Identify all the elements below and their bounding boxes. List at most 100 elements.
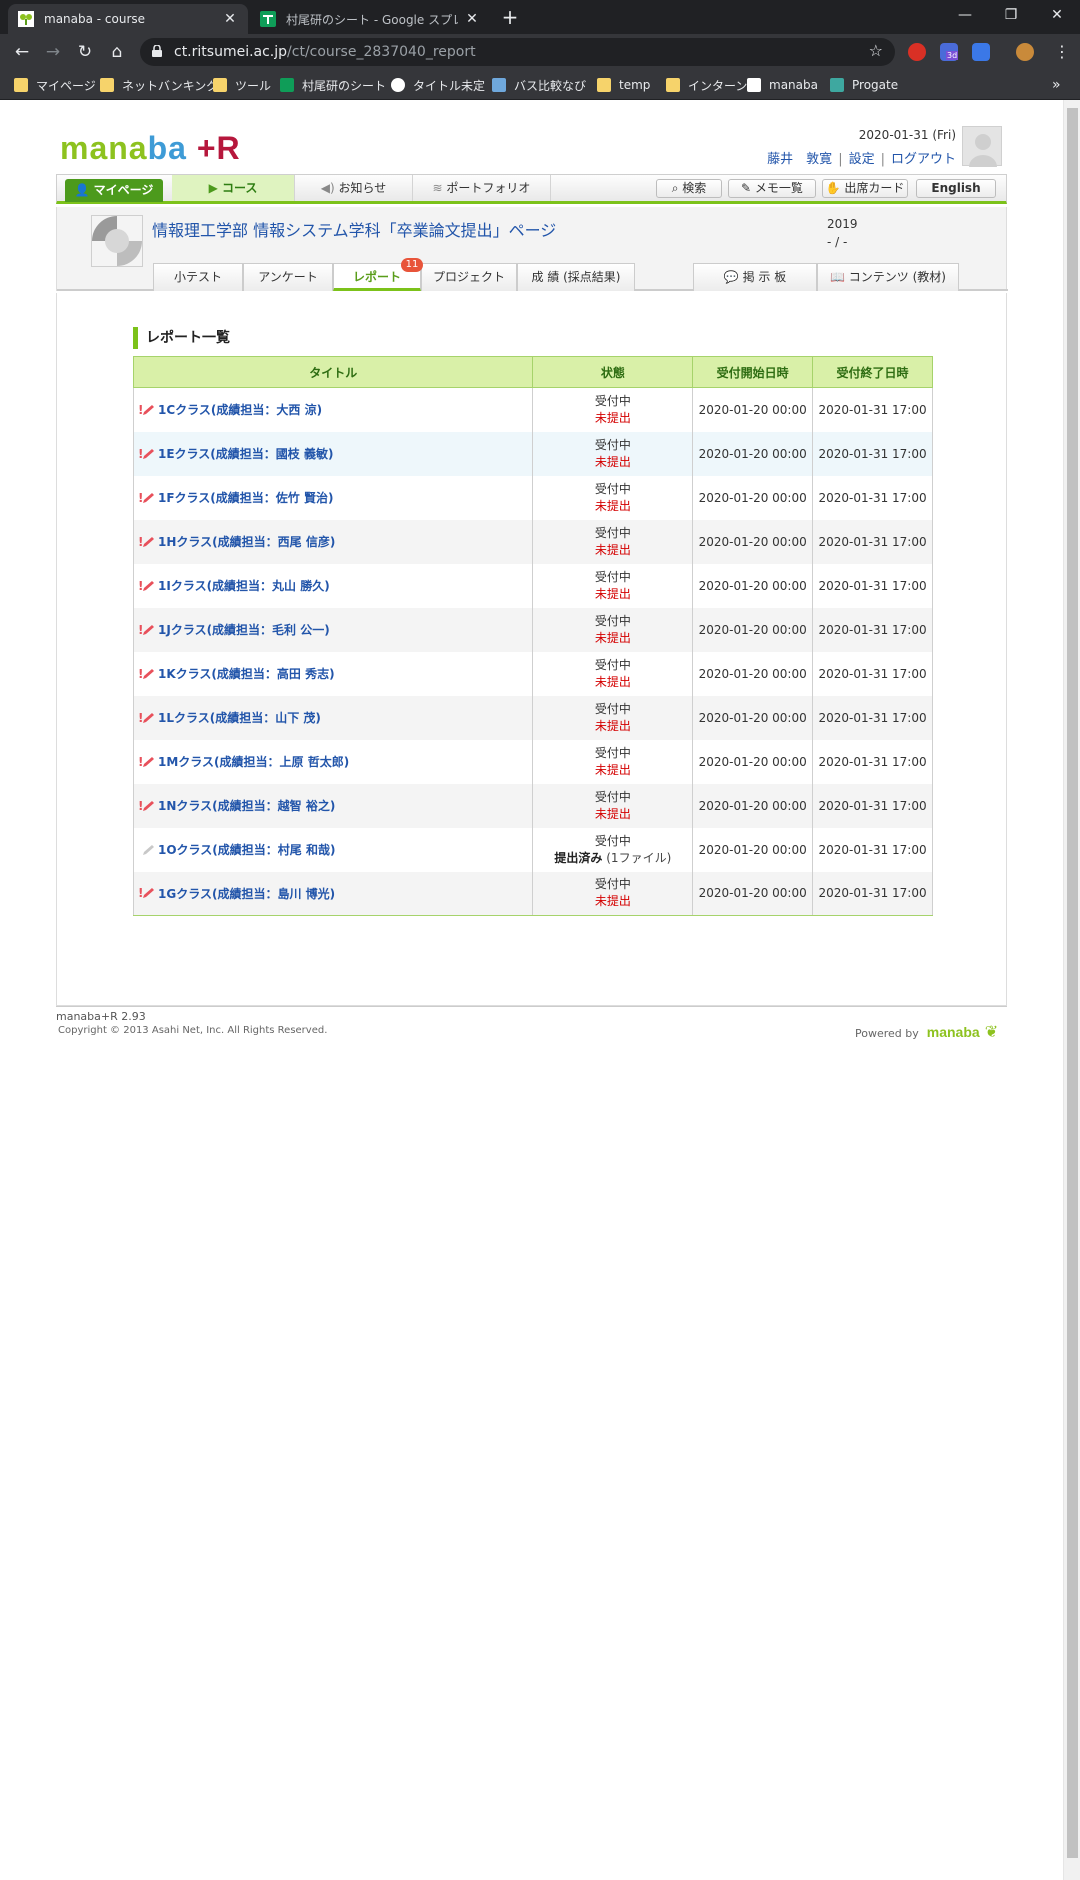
bookmark-mypage[interactable]: マイページ — [14, 76, 96, 94]
title-cell: ! 1Hクラス(成績担当：西尾 信彦) — [132, 519, 534, 564]
browser-menu-icon[interactable]: ⋮ — [1050, 40, 1074, 64]
title-cell: ! 1Fクラス(成績担当：佐竹 賢治) — [132, 475, 534, 520]
bookmark-star-icon[interactable]: ☆ — [869, 41, 883, 60]
nav-mypage[interactable]: 👤 マイページ — [65, 179, 163, 202]
forward-icon[interactable]: → — [41, 40, 65, 64]
sheets-icon — [280, 78, 294, 92]
avatar[interactable] — [962, 126, 1002, 167]
manaba-logo[interactable]: manaba +R — [60, 130, 241, 167]
title-cell: ! 1Kクラス(成績担当：高田 秀志) — [132, 651, 534, 696]
start-datetime-cell: 2020-01-20 00:00 — [692, 827, 814, 872]
attendance-card-button[interactable]: ✋ 出席カード — [822, 179, 908, 198]
memo-list-button[interactable]: ✎ メモ一覧 — [728, 179, 816, 198]
tab-contents[interactable]: 📖 コンテンツ (教材) — [817, 263, 959, 291]
report-title-link[interactable]: 1Hクラス(成績担当：西尾 信彦) — [158, 535, 335, 549]
vertical-scrollbar[interactable] — [1063, 100, 1080, 1880]
end-datetime-cell: 2020-01-31 17:00 — [812, 387, 933, 432]
bookmark-manaba[interactable]: manaba — [747, 76, 818, 94]
end-datetime-cell: 2020-01-31 17:00 — [812, 651, 933, 696]
title-cell: ! 1Cクラス(成績担当：大西 涼) — [132, 387, 534, 432]
minimize-icon[interactable]: — — [942, 0, 988, 30]
report-title-link[interactable]: 1Jクラス(成績担当：毛利 公一) — [158, 623, 330, 637]
submission-status: 提出済み (1ファイル) — [554, 850, 672, 865]
browser-tab-sheets[interactable]: 村尾研のシート - Google スプレッドシ ✕ — [250, 4, 490, 34]
course-icon: ▶ — [208, 181, 222, 195]
tab-grades[interactable]: 成 績 (採点結果) — [517, 263, 635, 291]
browser-tab-manaba[interactable]: manaba - course ✕ — [8, 4, 248, 34]
submission-status: 未提出 — [594, 498, 631, 513]
tab-survey[interactable]: アンケート — [243, 263, 333, 291]
report-title-link[interactable]: 1Fクラス(成績担当：佐竹 賢治) — [158, 491, 333, 505]
start-datetime-cell: 2020-01-20 00:00 — [692, 783, 814, 828]
report-title-link[interactable]: 1Mクラス(成績担当：上原 哲太郎) — [158, 755, 349, 769]
table-row: ! 1Lクラス(成績担当：山下 茂) 受付中 未提出 2020-01-20 00:00 2… — [132, 695, 933, 740]
report-title-link[interactable]: 1Eクラス(成績担当：國枝 義敏) — [158, 447, 333, 461]
course-thumbnail — [91, 215, 143, 267]
start-datetime-cell: 2020-01-20 00:00 — [692, 563, 814, 608]
start-datetime-cell: 2020-01-20 00:00 — [692, 739, 814, 784]
course-tabs: 小テスト アンケート レポート プロジェクト 成 績 (採点結果) 💬 掲 示 … — [57, 263, 1008, 291]
window-close-icon[interactable]: ✕ — [1034, 0, 1080, 30]
new-tab-button[interactable]: + — [498, 6, 522, 30]
manaba-icon — [747, 78, 761, 92]
reload-icon[interactable]: ↻ — [73, 40, 97, 64]
bookmark-netbanking[interactable]: ネットバンキング — [100, 76, 218, 94]
speaker-icon: ◀) — [320, 181, 339, 195]
logout-link[interactable]: ログアウト — [891, 152, 956, 167]
report-title-link[interactable]: 1Kクラス(成績担当：高田 秀志) — [158, 667, 335, 681]
extension-calendar-icon[interactable]: 3d — [940, 43, 959, 61]
scrollbar-thumb[interactable] — [1067, 108, 1078, 1858]
bookmark-progate[interactable]: Progate — [830, 76, 898, 94]
hand-icon: ✋ — [825, 181, 845, 195]
end-datetime-cell: 2020-01-31 17:00 — [812, 827, 933, 872]
extension-red-icon[interactable] — [908, 43, 926, 61]
bookmark-untitled[interactable]: タイトル未定 — [391, 76, 485, 94]
close-tab-icon[interactable]: ✕ — [464, 11, 480, 27]
report-title-link[interactable]: 1Oクラス(成績担当：村尾 和哉) — [158, 843, 335, 857]
powered-by[interactable]: Powered by manaba ❦ — [855, 1022, 998, 1041]
status-text: 受付中 — [594, 877, 631, 892]
settings-link[interactable]: 設定 — [849, 152, 875, 167]
search-button[interactable]: ⌕ 検索 — [656, 179, 722, 198]
table-row: ! 1Hクラス(成績担当：西尾 信彦) 受付中 未提出 2020-01-20 00:00… — [132, 519, 933, 564]
tab-quiz[interactable]: 小テスト — [153, 263, 243, 291]
bookmarks-overflow-icon[interactable]: » — [1052, 76, 1061, 94]
extension-translate-icon[interactable] — [972, 43, 990, 61]
address-bar[interactable]: ct.ritsumei.ac.jp/ct/course_2837040_repo… — [140, 38, 895, 66]
tab-project[interactable]: プロジェクト — [421, 263, 517, 291]
status-cell: 受付中 未提出 — [532, 519, 694, 564]
start-datetime-cell: 2020-01-20 00:00 — [692, 431, 814, 476]
title-cell: ! 1Lクラス(成績担当：山下 茂) — [132, 695, 534, 740]
course-image-icon — [92, 216, 142, 266]
profile-avatar-icon[interactable] — [1016, 43, 1034, 61]
user-name-link[interactable]: 藤井 敦寛 — [767, 152, 832, 167]
report-title-link[interactable]: 1Gクラス(成績担当：島川 博光) — [158, 887, 335, 901]
pen-alert-icon: ! — [138, 711, 154, 725]
end-datetime-cell: 2020-01-31 17:00 — [812, 871, 933, 916]
pen-alert-icon: ! — [138, 886, 154, 900]
start-datetime-cell: 2020-01-20 00:00 — [692, 519, 814, 564]
restore-icon[interactable]: ❐ — [988, 0, 1034, 30]
nav-notice[interactable]: ◀) お知らせ — [295, 175, 413, 201]
report-title-link[interactable]: 1Cクラス(成績担当：大西 涼) — [158, 403, 322, 417]
bookmark-tools[interactable]: ツール — [213, 76, 271, 94]
tab-bulletin-board[interactable]: 💬 掲 示 板 — [693, 263, 817, 291]
bookmark-sheet[interactable]: 村尾研のシート — [280, 76, 386, 94]
close-tab-icon[interactable]: ✕ — [222, 11, 238, 27]
title-cell: ! 1Iクラス(成績担当：丸山 勝久) — [132, 563, 534, 608]
submission-status: 未提出 — [594, 762, 631, 777]
bookmark-intern[interactable]: インターン — [666, 76, 747, 94]
home-icon[interactable]: ⌂ — [105, 40, 129, 64]
report-title-link[interactable]: 1Iクラス(成績担当：丸山 勝久) — [158, 579, 330, 593]
report-title-link[interactable]: 1Nクラス(成績担当：越智 裕之) — [158, 799, 335, 813]
nav-course[interactable]: ▶ コース — [172, 175, 295, 201]
bookmark-bus[interactable]: バス比較なび — [492, 76, 586, 94]
back-icon[interactable]: ← — [10, 40, 34, 64]
nav-portfolio[interactable]: ≋ ポートフォリオ — [413, 175, 551, 201]
report-title-link[interactable]: 1Lクラス(成績担当：山下 茂) — [158, 711, 321, 725]
bookmark-temp[interactable]: temp — [597, 76, 650, 94]
stack-icon: ≋ — [432, 181, 447, 195]
submission-status: 未提出 — [594, 718, 631, 733]
english-button[interactable]: English — [916, 179, 996, 198]
browser-tab-title: 村尾研のシート - Google スプレッドシ — [286, 12, 458, 27]
